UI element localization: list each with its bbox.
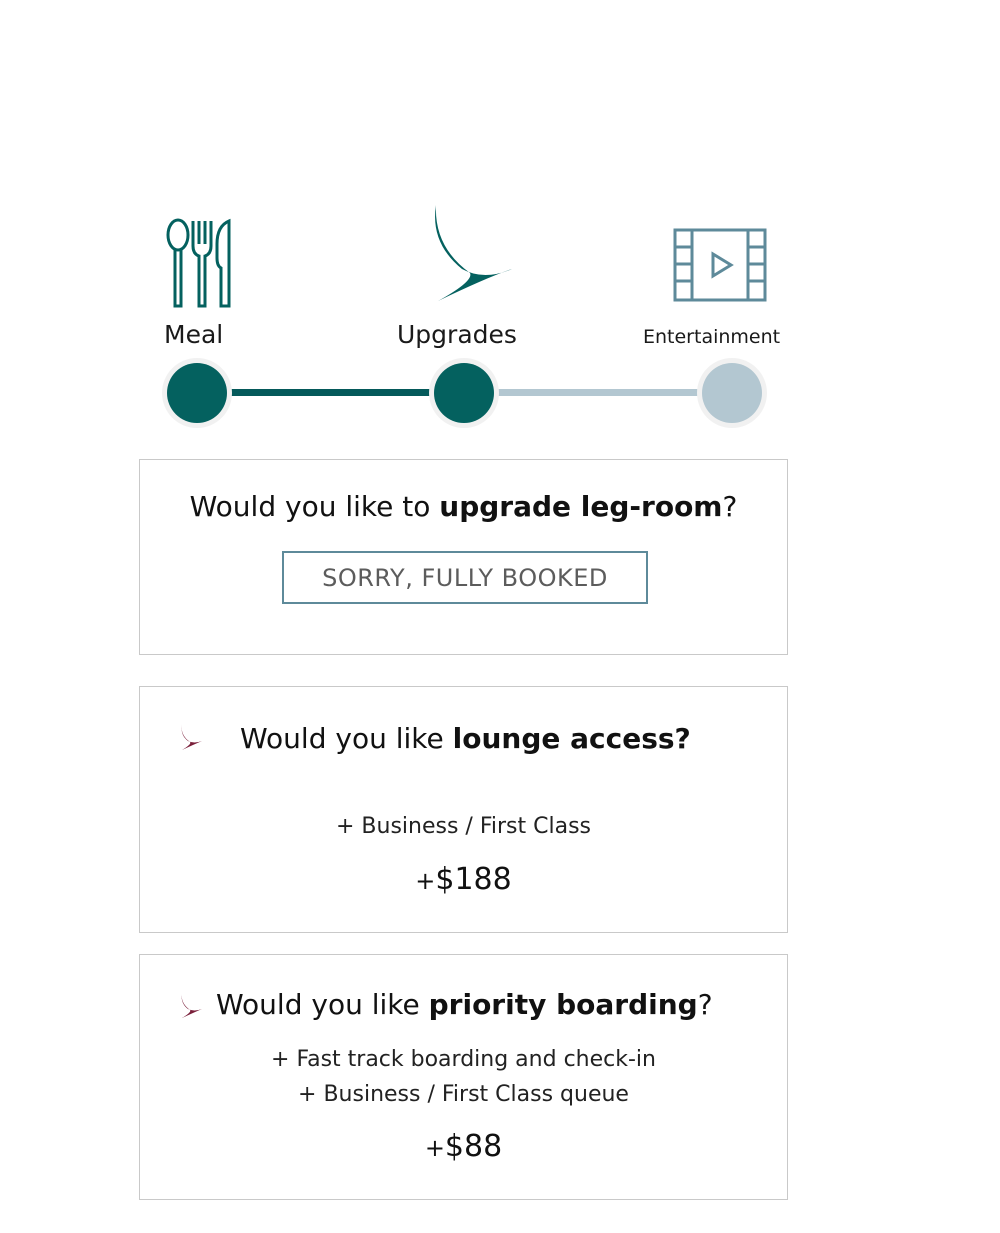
step-label-upgrades[interactable]: Upgrades — [397, 320, 517, 349]
step-node-meal[interactable] — [167, 363, 227, 423]
progress-line-completed — [200, 389, 465, 396]
fully-booked-button[interactable]: SORRY, FULLY BOOKED — [282, 551, 648, 604]
priority-boarding-card[interactable]: Would you like priority boarding? + Fast… — [139, 954, 788, 1200]
progress-line-remaining — [465, 389, 733, 396]
film-play-icon — [673, 228, 767, 302]
brand-wing-logo — [435, 205, 512, 301]
priority-feature: + Business / First Class queue — [298, 1082, 629, 1107]
brand-wing-small-icon — [181, 724, 202, 750]
priority-question: Would you like priority boarding? — [216, 988, 713, 1021]
lounge-access-card[interactable]: Would you like lounge access? + Business… — [139, 686, 788, 933]
priority-feature: + Fast track boarding and check-in — [271, 1047, 656, 1072]
legroom-upgrade-card: Would you like to upgrade leg-room? SORR… — [139, 459, 788, 655]
legroom-question: Would you like to upgrade leg-room? — [189, 490, 738, 523]
brand-wing-small-icon — [181, 992, 202, 1018]
step-node-upgrades[interactable] — [434, 363, 494, 423]
priority-price: +$88 — [424, 1129, 503, 1164]
lounge-feature: + Business / First Class — [335, 814, 591, 839]
cutlery-icon — [166, 218, 231, 308]
lounge-question: Would you like lounge access? — [240, 722, 691, 755]
step-node-entertainment[interactable] — [702, 363, 762, 423]
step-label-meal[interactable]: Meal — [164, 320, 223, 349]
step-label-entertainment[interactable]: Entertainment — [643, 326, 780, 348]
lounge-price: +$188 — [415, 862, 512, 897]
